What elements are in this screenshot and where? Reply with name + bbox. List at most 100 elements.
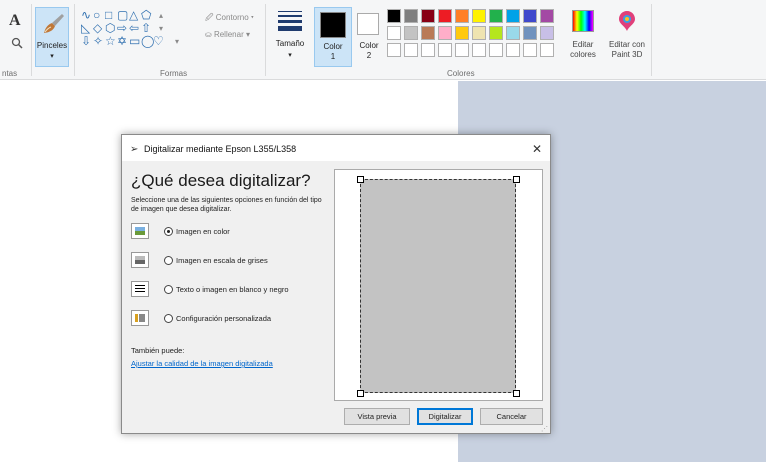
edit-with-paint3d-button[interactable]: Editar con Paint 3D <box>606 8 648 68</box>
brush-icon <box>44 14 64 33</box>
palette-color-swatch[interactable] <box>489 43 503 57</box>
paint3d-line2: Paint 3D <box>611 50 643 59</box>
rounded-rect-shape-icon[interactable]: ▢ <box>117 9 128 21</box>
shapes-scroll-icon[interactable]: ▾ <box>159 24 163 33</box>
heart-shape-icon[interactable]: ♡ <box>153 35 164 47</box>
arrow-right-shape-icon[interactable]: ⇨ <box>117 22 127 34</box>
color2-button[interactable]: Color 2 <box>354 7 384 67</box>
rectangle-shape-icon[interactable]: □ <box>105 9 112 21</box>
palette-color-swatch[interactable] <box>455 9 469 23</box>
edit-colors-button[interactable]: Editar colores <box>566 8 600 68</box>
crop-handle[interactable] <box>357 390 364 397</box>
crop-handle[interactable] <box>513 176 520 183</box>
callout-shape-icon[interactable]: ▭ <box>129 35 140 47</box>
cancel-button[interactable]: Cancelar <box>480 408 543 425</box>
palette-color-swatch[interactable] <box>489 9 503 23</box>
star5-shape-icon[interactable]: ☆ <box>105 35 116 47</box>
outline-button[interactable]: 🖉 Contorno ▾ <box>205 12 254 26</box>
resize-grip-icon[interactable]: ⋰ <box>541 425 548 433</box>
diamond-shape-icon[interactable]: ◇ <box>93 22 102 34</box>
option-label: Imagen en escala de grises <box>176 256 268 265</box>
right-triangle-shape-icon[interactable]: ◺ <box>81 22 90 34</box>
palette-color-swatch[interactable] <box>472 43 486 57</box>
arrow-down-shape-icon[interactable]: ⇩ <box>81 35 91 47</box>
radio-blackwhite[interactable] <box>164 285 173 294</box>
dialog-titlebar[interactable]: ➢ Digitalizar mediante Epson L355/L358 ✕ <box>122 135 550 161</box>
color1-label-line1: Color <box>323 42 343 51</box>
fill-button[interactable]: ⛀ Rellenar ▾ <box>205 30 250 39</box>
color1-button[interactable]: Color 1 <box>314 7 352 67</box>
palette-color-swatch[interactable] <box>523 26 537 40</box>
close-icon[interactable]: ✕ <box>532 142 542 156</box>
palette-color-swatch[interactable] <box>404 9 418 23</box>
radio-custom[interactable] <box>164 314 173 323</box>
triangle-shape-icon[interactable]: △ <box>129 9 138 21</box>
palette-color-swatch[interactable] <box>387 26 401 40</box>
palette-color-swatch[interactable] <box>455 26 469 40</box>
option-color[interactable]: Imagen en color <box>131 223 331 241</box>
crop-handle[interactable] <box>357 176 364 183</box>
size-button[interactable]: Tamaño ▾ <box>270 8 310 66</box>
paint3d-icon <box>619 11 635 31</box>
star6-shape-icon[interactable]: ✡ <box>117 35 127 47</box>
palette-color-swatch[interactable] <box>404 26 418 40</box>
color2-swatch <box>357 13 379 35</box>
color-palette <box>387 9 565 65</box>
palette-color-swatch[interactable] <box>421 26 435 40</box>
palette-color-swatch[interactable] <box>506 26 520 40</box>
palette-color-swatch[interactable] <box>438 9 452 23</box>
palette-color-swatch[interactable] <box>404 43 418 57</box>
arrow-up-shape-icon[interactable]: ⇧ <box>141 22 151 34</box>
palette-color-swatch[interactable] <box>489 26 503 40</box>
option-grayscale[interactable]: Imagen en escala de grises <box>131 252 331 270</box>
curve-shape-icon[interactable]: ∿ <box>81 9 91 21</box>
palette-color-swatch[interactable] <box>438 43 452 57</box>
option-custom[interactable]: Configuración personalizada <box>131 310 331 328</box>
palette-color-swatch[interactable] <box>523 43 537 57</box>
hexagon-shape-icon[interactable]: ⬡ <box>105 22 115 34</box>
adjust-quality-link[interactable]: Ajustar la calidad de la imagen digitali… <box>131 359 273 368</box>
brushes-button[interactable]: Pinceles ▾ <box>35 7 69 67</box>
oval-shape-icon[interactable]: ○ <box>93 9 100 21</box>
star4-shape-icon[interactable]: ✧ <box>93 35 103 47</box>
radio-color[interactable] <box>164 227 173 236</box>
palette-color-swatch[interactable] <box>506 43 520 57</box>
colors-group-label: Colores <box>447 69 475 78</box>
palette-color-swatch[interactable] <box>540 26 554 40</box>
scan-region[interactable] <box>360 179 516 393</box>
palette-color-swatch[interactable] <box>506 9 520 23</box>
scan-button[interactable]: Digitalizar <box>417 408 473 425</box>
chevron-down-icon: ▾ <box>245 30 250 39</box>
palette-color-swatch[interactable] <box>472 26 486 40</box>
scanner-icon: ➢ <box>130 144 139 155</box>
pentagon-shape-icon[interactable]: ⬠ <box>141 9 151 21</box>
color1-label-line2: 1 <box>330 52 336 61</box>
crop-handle[interactable] <box>513 390 520 397</box>
shapes-scroll-icon[interactable]: ▴ <box>159 11 163 20</box>
color-spectrum-icon <box>572 10 594 32</box>
preview-button[interactable]: Vista previa <box>344 408 410 425</box>
palette-color-swatch[interactable] <box>523 9 537 23</box>
palette-color-swatch[interactable] <box>540 9 554 23</box>
radio-grayscale[interactable] <box>164 256 173 265</box>
option-blackwhite[interactable]: Texto o imagen en blanco y negro <box>131 281 331 299</box>
palette-color-swatch[interactable] <box>421 9 435 23</box>
magnifier-icon[interactable] <box>11 37 23 49</box>
dialog-heading: ¿Qué desea digitalizar? <box>131 171 311 190</box>
color-image-icon <box>131 223 149 239</box>
custom-settings-icon <box>131 310 149 326</box>
palette-color-swatch[interactable] <box>472 9 486 23</box>
palette-color-swatch[interactable] <box>421 43 435 57</box>
palette-color-swatch[interactable] <box>387 9 401 23</box>
arrow-left-shape-icon[interactable]: ⇦ <box>129 22 139 34</box>
palette-color-swatch[interactable] <box>455 43 469 57</box>
option-label: Imagen en color <box>176 227 230 236</box>
palette-color-swatch[interactable] <box>540 43 554 57</box>
color2-label-line2: 2 <box>366 51 372 60</box>
shapes-gallery[interactable]: ∿ ○ □ ▢ △ ⬠ ◺ ◇ ⬡ ⇨ ⇦ ⇧ ⇩ ✧ ☆ ✡ ▭ ◯ ♡ ▴ … <box>79 9 197 61</box>
text-tool-icon[interactable]: A <box>9 12 21 30</box>
shapes-expand-icon[interactable]: ▾ <box>175 37 179 46</box>
palette-color-swatch[interactable] <box>387 43 401 57</box>
shapes-group-label: Formas <box>160 69 188 78</box>
palette-color-swatch[interactable] <box>438 26 452 40</box>
